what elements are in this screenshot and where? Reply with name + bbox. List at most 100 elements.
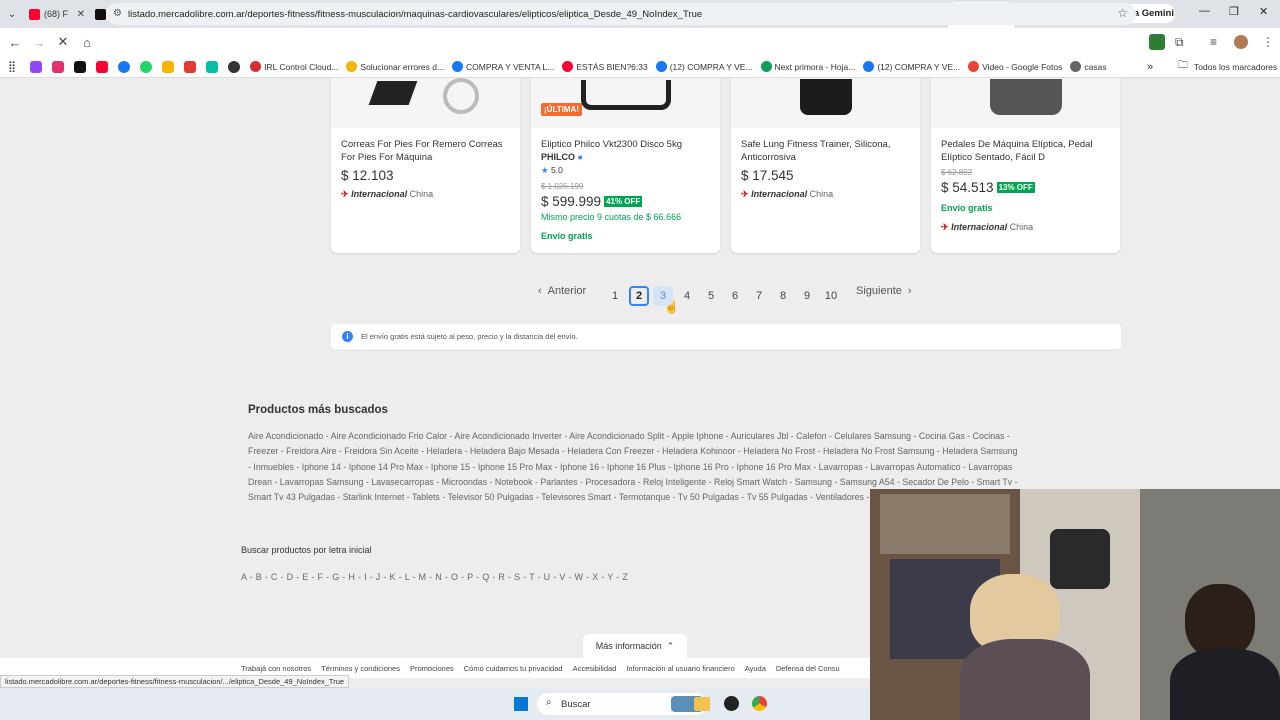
product-price: $ 12.103 [341,168,394,183]
page-number-link[interactable]: 7 [749,286,769,306]
profile-avatar[interactable] [1234,35,1248,49]
windows-start-icon[interactable] [514,697,528,711]
stop-icon[interactable]: ✕ [51,34,75,50]
bookmark-item[interactable]: Video - Google Fotos [968,61,1062,72]
tab-close-icon[interactable]: ✕ [77,9,85,20]
page-number-link[interactable]: 6 [725,286,745,306]
page-number-link[interactable]: 2 [629,286,649,306]
bookmark-item[interactable]: (12) COMPRA Y VE... [655,61,753,72]
footer-link[interactable]: Promociones [410,664,454,673]
footer-link[interactable]: Trabajá con nosotros [241,664,311,673]
webcam-overlay [870,489,1280,720]
media-icon[interactable]: ≡ [1210,35,1217,49]
plane-icon: ✈ [941,222,949,232]
facebook-icon[interactable] [118,60,131,73]
product-title[interactable]: Safe Lung Fitness Trainer, Silicona, Ant… [741,139,911,164]
bookmark-item[interactable]: COMPRA Y VENTA L... [452,61,554,72]
taskbar-search-input[interactable]: ⌕ Buscar [537,693,707,715]
bookmark-item[interactable]: Solucionar errores d... [346,61,444,72]
youtube-icon[interactable] [96,60,109,73]
discount-badge: 41% OFF [604,196,643,207]
menu-dots-icon[interactable]: ⋮ [1262,35,1274,49]
extensions-puzzle-icon[interactable]: ⧉ [1175,35,1184,50]
bookmark-favicon-icon [655,61,667,72]
bookmark-favicon-icon [968,61,980,72]
bookmark-item[interactable]: ESTÁS BIEN?6:33 [562,61,648,72]
bookmark-star-icon[interactable]: ☆ [1117,6,1128,20]
instagram-icon[interactable] [52,60,65,73]
bookmark-item[interactable]: casas [1070,61,1107,72]
most-searched-heading: Productos más buscados [248,404,388,416]
product-image[interactable] [331,78,520,128]
product-card[interactable]: ¡ÚLTIMA! Eliptico Philco Vkt2300 Disco 5… [531,78,720,253]
bookmark-favicon-icon [760,61,772,72]
free-shipping-label: Envío gratis [541,231,593,241]
bookmark-favicon-icon [452,61,464,72]
file-explorer-icon[interactable] [694,697,710,711]
forward-icon[interactable]: → [27,35,51,50]
whatsapp-icon[interactable] [140,60,153,73]
close-window-icon[interactable]: ✕ [1259,5,1268,18]
page-number-link[interactable]: 10 [821,286,841,306]
letter-links[interactable]: A - B - C - D - E - F - G - H - I - J - … [241,572,628,582]
back-icon[interactable]: ← [3,35,27,50]
page-number-link[interactable]: 1 [605,286,625,306]
product-title[interactable]: Pedales De Máquina Elíptica, Pedal Elípt… [941,139,1111,164]
product-card[interactable]: Correas For Pies For Remero Correas For … [331,78,520,253]
more-bookmarks-icon[interactable]: » [1147,61,1153,73]
bookmark-item[interactable]: IRL Control Cloud... [250,61,338,72]
discount-badge: 13% OFF [996,182,1035,193]
footer-link[interactable]: Defensa del Consu [776,664,840,673]
google-apps-icon[interactable] [162,60,175,73]
chevron-left-icon: ‹ [538,285,542,297]
bookmark-favicon-icon [863,61,875,72]
twitch-icon[interactable] [30,60,43,73]
bookmark-favicon-icon [250,61,262,72]
previous-page-link[interactable]: ‹ Anterior [538,285,586,297]
minimize-icon[interactable]: — [1199,5,1210,17]
more-info-button[interactable]: Más información ⌃ [583,634,687,658]
product-image[interactable] [731,78,920,128]
product-card[interactable]: Pedales De Máquina Elíptica, Pedal Elípt… [931,78,1120,253]
page-number-link[interactable]: 5 [701,286,721,306]
page-number-link[interactable]: 8 [773,286,793,306]
bookmark-item[interactable]: Next primora - Hoja... [760,61,855,72]
product-image[interactable] [931,78,1120,128]
browser-tab[interactable]: (68) F ✕ [24,3,90,25]
chrome-icon[interactable] [752,696,767,711]
free-shipping-label: Envío gratis [941,203,993,213]
page-number-link[interactable]: 4 [677,286,697,306]
footer-link[interactable]: Accesibilidad [573,664,617,673]
next-page-link[interactable]: Siguiente › [856,285,912,297]
footer-link[interactable]: Información al usuario financiero [626,664,734,673]
bookmarks-bar: ⣿ IRL Control Cloud... Solucionar errores… [0,56,1280,78]
international-badge: ✈ Internacional China [741,189,834,199]
url-input[interactable]: ⚙ listado.mercadolibre.com.ar/deportes-f… [106,3,1136,25]
footer-link[interactable]: Ayuda [745,664,766,673]
site-info-icon[interactable]: ⚙ [113,8,122,19]
address-bar-row: ← → ✕ ⌂ [0,28,1280,56]
product-card[interactable]: Safe Lung Fitness Trainer, Silicona, Ant… [731,78,920,253]
github-icon[interactable] [228,60,241,73]
app-icon[interactable] [206,60,219,73]
home-icon[interactable]: ⌂ [75,35,99,50]
apps-grid-icon[interactable]: ⣿ [8,60,16,73]
app-icon[interactable] [724,696,739,711]
tab-search-icon[interactable]: ⌄ [0,0,24,28]
restore-icon[interactable]: ❐ [1229,5,1239,18]
product-title[interactable]: Eliptico Philco Vkt2300 Disco 5kg [541,139,711,152]
footer-link[interactable]: Términos y condiciones [321,664,400,673]
international-badge: ✈ Internacional China [341,189,434,199]
all-bookmarks-link[interactable]: Todos los marcadores [1194,62,1277,72]
bookmark-favicon-icon [562,61,574,72]
info-icon: i [342,331,353,342]
tab-label: (68) F [44,9,69,19]
footer-link[interactable]: Cómo cuidamos tu privacidad [464,664,563,673]
bookmark-item[interactable]: (12) COMPRA Y VE... [863,61,960,72]
gmail-icon[interactable] [184,60,197,73]
x-icon[interactable] [74,60,87,73]
page-number-link[interactable]: 9 [797,286,817,306]
product-title[interactable]: Correas For Pies For Remero Correas For … [341,139,511,164]
star-icon: ★ [541,165,549,175]
extension-icon[interactable] [1149,34,1165,50]
